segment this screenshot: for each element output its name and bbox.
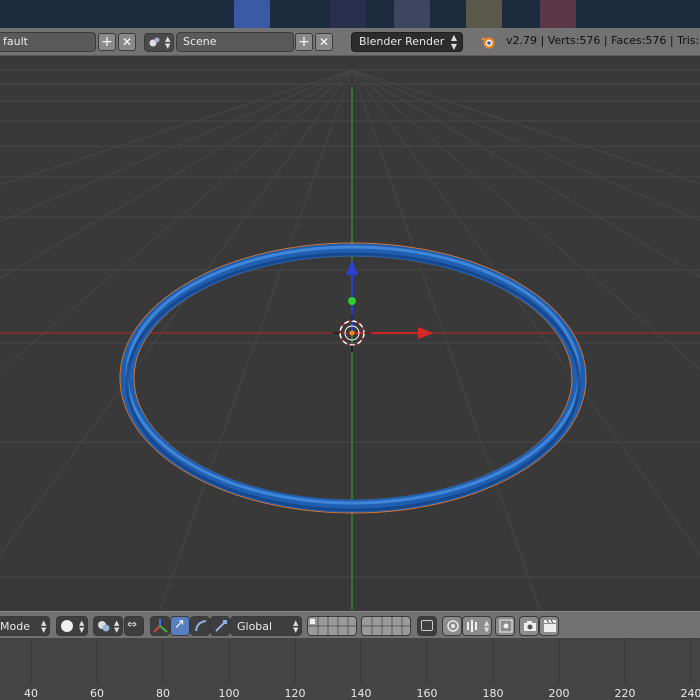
pivot-icon (97, 619, 111, 636)
delete-layout-button[interactable]: ✕ (118, 33, 136, 51)
chevron-updown-icon: ▲ ▼ (484, 619, 490, 634)
frame-tick: 40 (24, 687, 38, 700)
snap-target-icon (499, 619, 513, 636)
frame-tick: 180 (482, 687, 504, 700)
scene-icon (149, 37, 160, 48)
add-layout-button[interactable]: + (98, 33, 116, 51)
layer-grid-icon (362, 617, 410, 635)
snap-element-dropdown[interactable]: ▲ ▼ (462, 616, 492, 636)
scene-name-field[interactable]: Scene (176, 32, 294, 52)
camera-icon (523, 619, 537, 636)
frame-tick: 240 (680, 687, 700, 700)
window-top-strip (0, 0, 700, 28)
render-image-button[interactable] (519, 616, 539, 636)
shading-sphere-icon (61, 620, 73, 632)
wallpaper-thumb (330, 0, 366, 28)
viewport-shading-dropdown[interactable]: ▲ ▼ (56, 616, 88, 636)
screen-layout-field[interactable]: fault (0, 32, 96, 52)
axes-icon (153, 618, 168, 636)
rotate-manipulator-button[interactable] (190, 616, 210, 636)
arrows-icon: ⇔ (127, 617, 138, 631)
blender-logo-icon (480, 34, 496, 50)
render-engine-dropdown[interactable]: Blender Render ▲ ▼ (351, 32, 463, 52)
delete-scene-button[interactable]: ✕ (315, 33, 333, 51)
wallpaper-thumb (540, 0, 576, 28)
layer-lock-icon (421, 620, 433, 631)
manipulator-toggle-button[interactable] (150, 616, 170, 636)
manipulator-center-button[interactable]: ⇔ (124, 616, 144, 636)
snap-target-button[interactable] (495, 616, 515, 636)
layer-buttons-group-2[interactable] (361, 616, 411, 636)
wallpaper-thumb (466, 0, 502, 28)
timeline-editor[interactable]: 40 60 80 100 120 140 160 180 200 220 240 (0, 638, 700, 700)
frame-tick: 100 (218, 687, 240, 700)
add-scene-button[interactable]: + (295, 33, 313, 51)
wallpaper-thumb (394, 0, 430, 28)
scene-type-button[interactable]: ▲ ▼ (144, 33, 174, 52)
render-engine-label: Blender Render (359, 35, 445, 48)
lock-layers-button[interactable] (417, 616, 437, 636)
pivot-point-dropdown[interactable]: ▲ ▼ (93, 616, 123, 636)
chevron-updown-icon: ▲ ▼ (41, 619, 47, 634)
chevron-updown-icon: ▲ ▼ (114, 619, 120, 634)
chevron-updown-icon: ▲ ▼ (450, 33, 457, 51)
viewport-canvas (0, 69, 700, 610)
scale-manipulator-button[interactable] (210, 616, 230, 636)
frame-tick: 160 (416, 687, 438, 700)
render-animation-button[interactable] (539, 616, 559, 636)
frame-tick: 200 (548, 687, 570, 700)
snap-icon (466, 619, 480, 636)
scene-updown-icon: ▲ ▼ (165, 35, 171, 50)
layer-grid-icon (308, 617, 356, 635)
scene-stats: v2.79 | Verts:576 | Faces:576 | Tris:1,1 (506, 34, 700, 47)
frame-tick: 120 (284, 687, 306, 700)
layer-buttons-group-1[interactable] (307, 616, 357, 636)
wallpaper-thumb (234, 0, 270, 28)
frame-tick: 220 (614, 687, 636, 700)
proportional-edit-button[interactable] (442, 616, 462, 636)
chevron-updown-icon: ▲ ▼ (79, 619, 85, 634)
rotate-arc-icon (194, 619, 208, 636)
screen-layout-name: fault (3, 35, 28, 48)
chevron-updown-icon: ▲ ▼ (293, 619, 299, 634)
frame-tick: 80 (156, 687, 170, 700)
arrow-icon: ↗ (174, 617, 185, 632)
frame-tick: 140 (350, 687, 372, 700)
scene-name: Scene (183, 35, 217, 48)
3d-cursor-icon[interactable] (333, 314, 371, 352)
orientation-label: Global (237, 620, 273, 633)
3d-view-header: Mode ▲ ▼ ▲ ▼ ▲ ▼ ⇔ ↗ Global ▲ ▼ ▲ ▼ (0, 611, 700, 638)
mode-dropdown[interactable]: Mode ▲ ▼ (0, 616, 50, 636)
transform-orientation-dropdown[interactable]: Global ▲ ▼ (230, 616, 302, 636)
clapperboard-icon (543, 619, 557, 636)
3d-viewport[interactable] (0, 57, 700, 610)
proportional-icon (446, 619, 460, 636)
transform-manipulator[interactable] (346, 260, 434, 339)
mode-label: Mode (0, 620, 30, 633)
frame-tick: 60 (90, 687, 104, 700)
scale-icon (214, 619, 228, 636)
translate-manipulator-button[interactable]: ↗ (170, 616, 190, 636)
